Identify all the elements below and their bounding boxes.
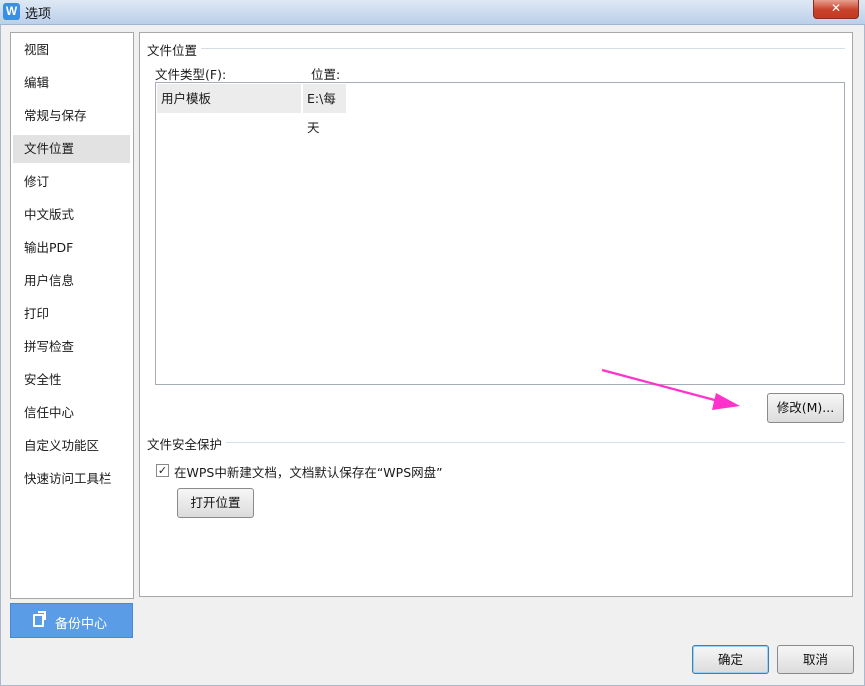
section-divider bbox=[222, 442, 845, 443]
sidebar-item-spell-check[interactable]: 拼写检查 bbox=[13, 333, 130, 361]
window-title: 选项 bbox=[25, 7, 52, 22]
wps-app-icon: W bbox=[3, 3, 20, 20]
sidebar-item-revision[interactable]: 修订 bbox=[13, 168, 130, 196]
sidebar-item-file-location[interactable]: 文件位置 bbox=[13, 135, 130, 163]
backup-center-button[interactable]: 备份中心 bbox=[10, 603, 133, 638]
sidebar-item-export-pdf[interactable]: 输出PDF bbox=[13, 234, 130, 262]
list-item-location[interactable]: E:\每天 bbox=[303, 84, 346, 135]
file-security-section-title: 文件安全保护 bbox=[147, 434, 227, 453]
wps-cloud-default-save-checkbox[interactable]: ✓ bbox=[156, 464, 169, 477]
sidebar-item-edit[interactable]: 编辑 bbox=[13, 69, 130, 97]
checkmark-icon: ✓ bbox=[157, 464, 168, 477]
sidebar-item-trust-center[interactable]: 信任中心 bbox=[13, 399, 130, 427]
backup-icon bbox=[33, 611, 46, 627]
section-divider bbox=[199, 48, 845, 49]
wps-cloud-default-save-label: 在WPS中新建文档，文档默认保存在“WPS网盘” bbox=[174, 465, 443, 480]
close-button[interactable]: ✕ bbox=[813, 0, 859, 19]
open-location-button[interactable]: 打开位置 bbox=[177, 488, 254, 518]
options-sidebar: 视图 编辑 常规与保存 文件位置 修订 中文版式 输出PDF 用户信息 打印 拼… bbox=[10, 32, 134, 599]
ok-button[interactable]: 确定 bbox=[692, 645, 769, 674]
file-location-section-title: 文件位置 bbox=[147, 40, 202, 59]
file-type-column-header: 文件类型(F): bbox=[155, 67, 227, 82]
sidebar-item-customize-ribbon[interactable]: 自定义功能区 bbox=[13, 432, 130, 460]
sidebar-item-user-info[interactable]: 用户信息 bbox=[13, 267, 130, 295]
sidebar-item-chinese-layout[interactable]: 中文版式 bbox=[13, 201, 130, 229]
close-icon: ✕ bbox=[830, 1, 842, 15]
title-bar: W 选项 ✕ bbox=[0, 0, 865, 25]
modify-button[interactable]: 修改(M)... bbox=[767, 393, 844, 423]
cancel-button[interactable]: 取消 bbox=[777, 645, 854, 674]
list-item-file-type[interactable]: 用户模板 bbox=[157, 84, 301, 113]
file-location-list[interactable]: 用户模板 E:\每天 bbox=[155, 82, 845, 385]
location-column-header: 位置: bbox=[311, 67, 341, 82]
sidebar-item-print[interactable]: 打印 bbox=[13, 300, 130, 328]
sidebar-item-general-save[interactable]: 常规与保存 bbox=[13, 102, 130, 130]
sidebar-item-view[interactable]: 视图 bbox=[13, 36, 130, 64]
backup-center-label: 备份中心 bbox=[55, 617, 108, 632]
annotation-arrow bbox=[601, 368, 740, 410]
sidebar-item-quick-access-toolbar[interactable]: 快速访问工具栏 bbox=[13, 465, 130, 493]
sidebar-item-security[interactable]: 安全性 bbox=[13, 366, 130, 394]
